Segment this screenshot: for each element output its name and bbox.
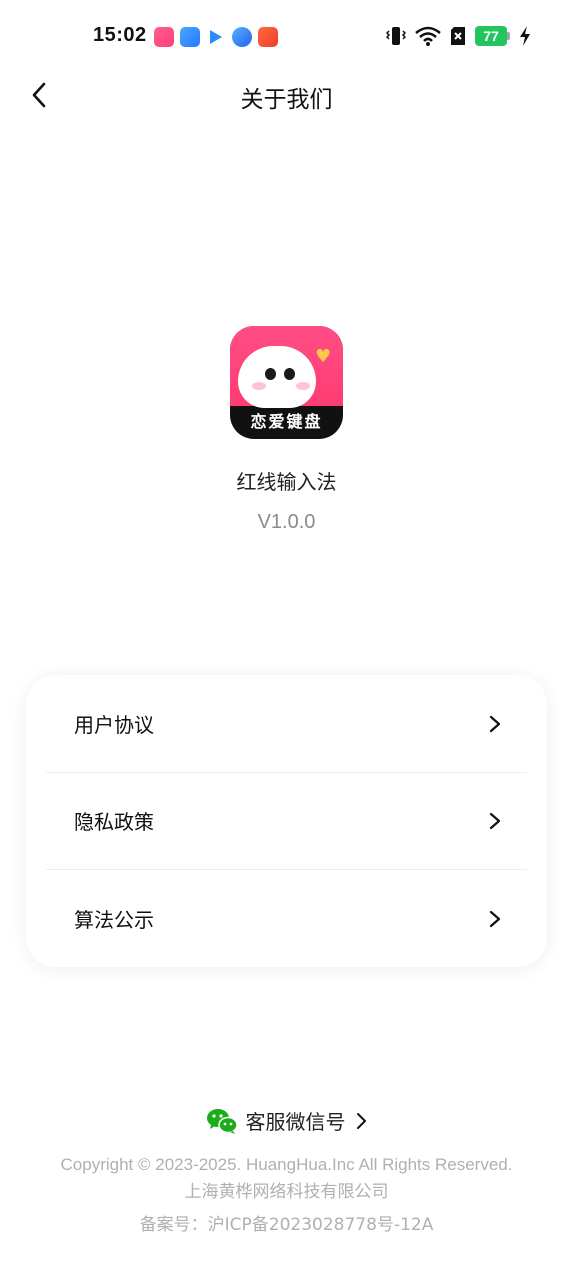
menu-item-label: 用户协议 (74, 713, 154, 737)
browser-app-icon (232, 27, 252, 47)
chevron-right-icon (489, 812, 501, 829)
heart-icon: ♥ (315, 346, 332, 367)
status-bar: 15:02 77 (0, 0, 573, 72)
xiaohongshu-icon (154, 27, 174, 47)
play-arrow-app-icon (206, 27, 226, 47)
chevron-right-icon (356, 1112, 366, 1129)
vibrate-icon (386, 27, 406, 45)
top-nav-bar: 关于我们 (0, 72, 573, 120)
page-title: 关于我们 (240, 87, 333, 113)
menu-item-user-agreement[interactable]: 用户协议 (46, 675, 527, 772)
app-version: V1.0.0 (257, 511, 316, 533)
notification-icons (154, 27, 278, 47)
menu-item-label: 算法公示 (74, 908, 154, 932)
menu-card: 用户协议 隐私政策 算法公示 (26, 675, 547, 967)
chevron-right-icon (489, 715, 501, 732)
status-time: 15:02 (93, 24, 147, 46)
wechat-icon (206, 1108, 238, 1134)
battery-level: 77 (475, 26, 507, 46)
ghost-mascot-icon (238, 346, 316, 408)
charging-icon (520, 26, 530, 46)
no-sim-icon (451, 27, 465, 45)
icp-record: 备案号：沪ICP备2023028778号-12A (139, 1215, 434, 1235)
copyright-text: Copyright © 2023-2025. HuangHua.Inc All … (60, 1155, 513, 1174)
calendar-app-icon (180, 27, 200, 47)
customer-service-wechat-link[interactable]: 客服微信号 (0, 1106, 573, 1135)
menu-item-label: 隐私政策 (74, 810, 154, 834)
company-name: 上海黄桦网络科技有限公司 (184, 1182, 389, 1202)
app-logo-text: 恋爱键盘 (250, 412, 323, 431)
battery-icon: 77 (475, 26, 510, 46)
wifi-icon (415, 26, 441, 46)
menu-item-algorithm-disclosure[interactable]: 算法公示 (46, 870, 527, 967)
app-logo: ♥ 恋爱键盘 (230, 326, 343, 439)
system-icons: 77 (386, 25, 531, 47)
menu-item-privacy-policy[interactable]: 隐私政策 (46, 772, 527, 869)
chevron-right-icon (489, 910, 501, 927)
wechat-link-label: 客服微信号 (245, 1110, 346, 1134)
video-app-icon (258, 27, 278, 47)
app-name: 红线输入法 (236, 470, 337, 494)
